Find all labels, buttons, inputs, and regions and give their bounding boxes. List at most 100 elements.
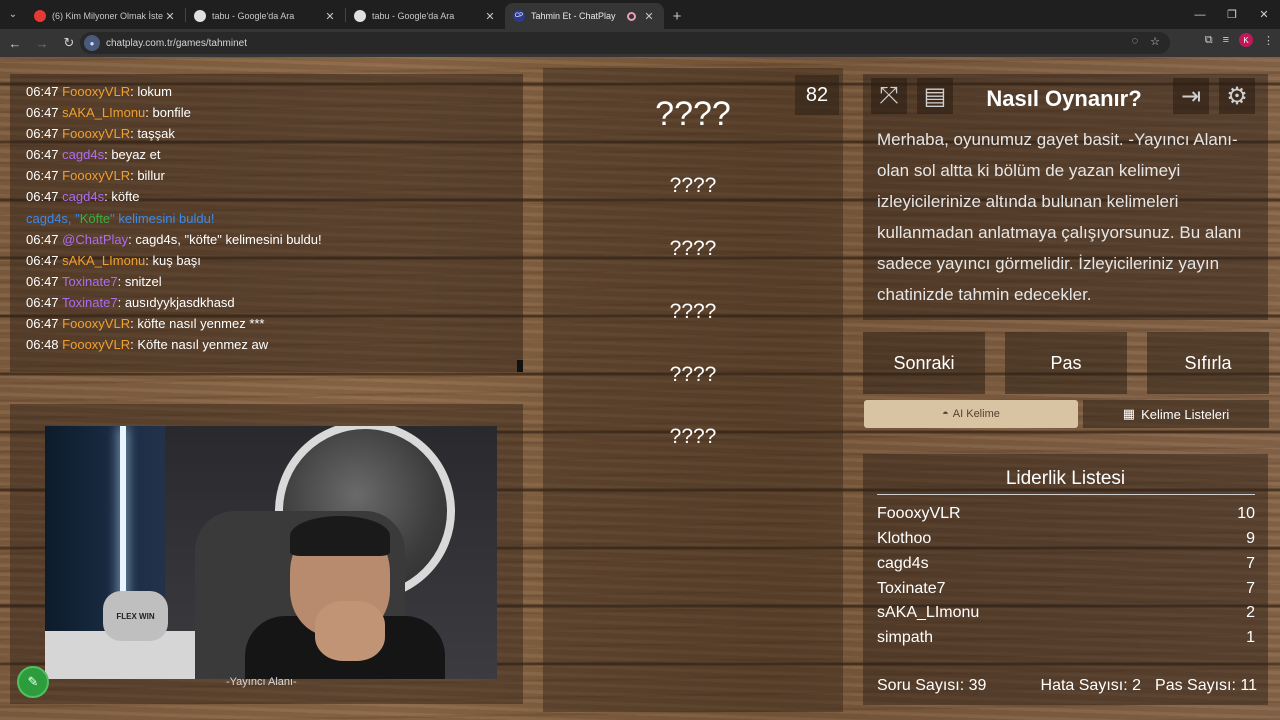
eye-off-icon[interactable]: ◌ (1132, 35, 1139, 48)
new-tab-button[interactable]: + (664, 3, 690, 29)
url-text: chatplay.com.tr/games/tahminet (106, 37, 247, 49)
close-window-icon[interactable]: ✕ (1248, 0, 1280, 29)
message-text: : bonfile (145, 105, 191, 121)
found-keyword: Köfte (79, 210, 111, 226)
ai-word-tab[interactable]: ◓ AI Kelime (864, 400, 1078, 428)
site-info-icon[interactable]: ● (84, 35, 100, 51)
message-username[interactable]: sAKA_LImonu (62, 253, 145, 268)
message-text: : ausıdyykjasdkhasd (117, 294, 235, 310)
light-strip (120, 426, 126, 611)
bookmark-star-icon[interactable]: ☆ (1150, 35, 1160, 48)
pass-button[interactable]: Pas (1005, 332, 1127, 394)
omnibox-actions: ◌ ☆ (1132, 35, 1160, 48)
exit-icon[interactable]: ⇥ (1173, 78, 1209, 114)
leaderboard-divider (877, 494, 1255, 495)
chat-message: 06:47 FoooxyVLR: taşşak (26, 123, 507, 144)
leaderboard-row: simpath 1 (877, 629, 1255, 651)
taboo-word: ???? (669, 237, 717, 260)
reset-button[interactable]: Sıfırla (1147, 332, 1269, 394)
media-icon[interactable]: ≡ (1223, 34, 1229, 46)
taboo-word: ???? (669, 300, 717, 323)
leaderboard-row: Klothoo 9 (877, 530, 1255, 552)
leaderboard-row: sAKA_LImonu 2 (877, 604, 1255, 626)
toolbar-right: ⧉ ≡ K ⋮ (1205, 33, 1274, 47)
collapse-icon[interactable]: ⤧ (871, 78, 907, 114)
chat-message: 06:47 sAKA_LImonu: kuş başı (26, 250, 507, 271)
message-username[interactable]: cagd4s (62, 147, 104, 162)
message-username[interactable]: Toxinate7 (62, 295, 118, 310)
taboo-word: ???? (669, 174, 717, 197)
webcam-video: FLEX WIN (45, 426, 497, 679)
player-name: FoooxyVLR (877, 505, 961, 522)
tab-title: tabu - Google'da Ara (212, 11, 295, 21)
person-hand (315, 601, 385, 661)
message-text: : köfte (104, 189, 140, 205)
next-button[interactable]: Sonraki (863, 332, 985, 394)
document-icon[interactable]: ▤ (917, 78, 953, 114)
message-time: 06:47 (26, 189, 59, 205)
player-name: Klothoo (877, 530, 932, 547)
player-name: sAKA_LImonu (877, 604, 980, 621)
message-text: : taşşak (130, 126, 175, 142)
close-tab-icon[interactable]: ✕ (323, 10, 337, 23)
tab-strip: ⌄ (6) Kim Milyoner Olmak İster? T ✕ tabu… (0, 0, 1280, 29)
chat-message: 06:47 Toxinate7: snitzel (26, 271, 507, 292)
taboo-word: ???? (669, 363, 717, 386)
chat-scrollbar[interactable] (517, 360, 523, 372)
settings-gear-icon[interactable]: ⚙ (1219, 78, 1255, 114)
address-bar[interactable]: ● chatplay.com.tr/games/tahminet ◌ ☆ (80, 32, 1170, 54)
pencil-button[interactable]: ✎ (17, 666, 49, 698)
profile-avatar[interactable]: K (1239, 33, 1253, 47)
game-stats: Soru Sayısı: 39 Hata Sayısı: 2 Pas Sayıs… (877, 677, 1257, 695)
chat-message: 06:47 FoooxyVLR: köfte nasıl yenmez *** (26, 313, 507, 334)
close-tab-icon[interactable]: ✕ (483, 10, 497, 23)
tab-kim-milyoner[interactable]: (6) Kim Milyoner Olmak İster? T ✕ (26, 3, 185, 29)
message-text: : lokum (130, 84, 172, 99)
message-username[interactable]: FoooxyVLR (62, 337, 130, 352)
message-username[interactable]: @ChatPlay (62, 232, 128, 247)
restore-icon[interactable]: ❐ (1216, 0, 1248, 29)
chat-message: 06:47 sAKA_LImonu: bonfile (26, 102, 507, 123)
window-controls: — ❐ ✕ (1184, 0, 1280, 29)
extensions-icon[interactable]: ⧉ (1205, 34, 1213, 47)
forward-icon[interactable]: → (30, 31, 54, 55)
player-score: 9 (1246, 530, 1255, 547)
message-time: 06:47 (26, 231, 59, 247)
player-score: 7 (1246, 555, 1255, 572)
leaderboard-row: FoooxyVLR 10 (877, 505, 1255, 527)
message-username[interactable]: sAKA_LImonu (62, 105, 145, 120)
message-username[interactable]: FoooxyVLR (62, 84, 130, 99)
tab-chatplay[interactable]: CP Tahmin Et - ChatPlay ✕ (505, 3, 664, 29)
message-time: 06:47 (26, 273, 59, 289)
how-to-play-text: Merhaba, oyunumuz gayet basit. -Yayıncı … (877, 130, 1242, 304)
system-message: cagd4s, "Köfte" kelimesini buldu! (26, 208, 507, 229)
message-username[interactable]: FoooxyVLR (62, 168, 130, 183)
message-text: : snitzel (117, 273, 162, 289)
close-tab-icon[interactable]: ✕ (163, 10, 177, 23)
notepad-icon: ▦ (1122, 406, 1136, 421)
message-text: : billur (130, 168, 165, 184)
message-username[interactable]: FoooxyVLR (62, 316, 130, 331)
tab-google-2[interactable]: tabu - Google'da Ara ✕ (346, 3, 505, 29)
chatplay-icon: CP (513, 10, 525, 22)
menu-icon[interactable]: ⋮ (1263, 34, 1274, 47)
tab-search-icon[interactable]: ⌄ (0, 0, 26, 29)
reload-icon[interactable]: ↻ (57, 31, 81, 55)
message-username[interactable]: FoooxyVLR (62, 126, 130, 141)
word-lists-tab[interactable]: ▦ Kelime Listeleri (1083, 400, 1269, 428)
leaderboard-row: cagd4s 7 (877, 555, 1255, 577)
minimize-icon[interactable]: — (1184, 0, 1216, 29)
message-username[interactable]: Toxinate7 (62, 274, 118, 289)
youtube-icon (34, 10, 46, 22)
message-username[interactable]: cagd4s (62, 189, 104, 204)
message-text: : cagd4s, "köfte" kelimesini buldu! (128, 231, 322, 247)
chat-message: 06:47 FoooxyVLR: lokum (26, 81, 507, 102)
tab-google-1[interactable]: tabu - Google'da Ara ✕ (186, 3, 345, 29)
leaderboard-title: Liderlik Listesi (1005, 468, 1126, 489)
tab-title: tabu - Google'da Ara (372, 11, 455, 21)
chat-message: 06:48 FoooxyVLR: Köfte nasıl yenmez aw (26, 334, 507, 355)
browser-toolbar: ← → ↻ ● chatplay.com.tr/games/tahminet ◌… (0, 29, 1280, 57)
close-tab-icon[interactable]: ✕ (642, 10, 656, 23)
back-icon[interactable]: ← (3, 31, 27, 55)
taboo-word: ???? (669, 425, 717, 448)
